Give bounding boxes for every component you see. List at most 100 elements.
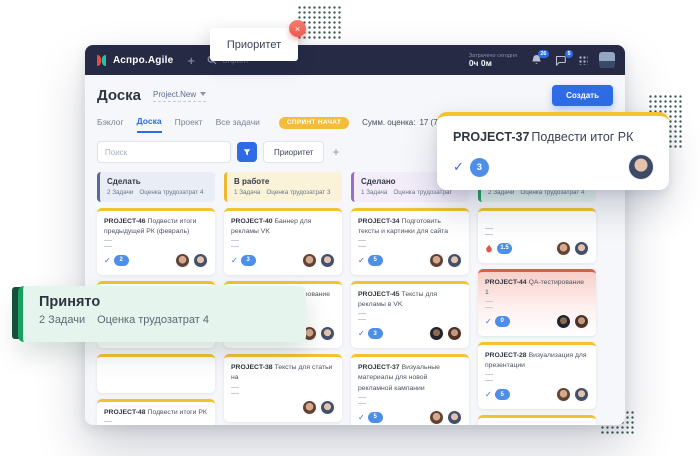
task-card[interactable]: PROJECT-46Подвести итоги предыдущей РК (… bbox=[97, 208, 215, 275]
create-button[interactable]: Создать bbox=[552, 85, 613, 106]
filter-button[interactable] bbox=[237, 142, 257, 162]
task-title: PROJECT-40Баннер для рекламы VK bbox=[231, 217, 335, 237]
assignee-avatar[interactable] bbox=[447, 410, 462, 425]
accepted-meta: 2 Задачи Оценка трудозатрат 4 bbox=[39, 314, 290, 326]
description-icon bbox=[485, 374, 493, 381]
priority-filter-chip[interactable]: Приоритет bbox=[263, 141, 324, 163]
task-title: PROJECT-19Тексты для рекламы VK bbox=[485, 424, 589, 425]
user-avatar[interactable] bbox=[599, 52, 615, 68]
description-icon bbox=[104, 421, 112, 425]
task-title: PROJECT-38Тексты для статьи на bbox=[231, 363, 335, 383]
add-filter-icon[interactable]: + bbox=[332, 145, 339, 159]
column-header[interactable]: В работе 1 Задача Оценка трудозатрат 3 bbox=[224, 172, 342, 202]
task-title: PROJECT-37Визуальные материалы для новой… bbox=[358, 363, 462, 394]
task-card[interactable]: PROJECT-45Тексты для рекламы в VK ✓ 3 bbox=[351, 281, 469, 348]
task-card[interactable]: PROJECT-28Визуализация для презентации ✓… bbox=[478, 342, 596, 409]
assignee-avatar[interactable] bbox=[429, 326, 444, 341]
logo-icon bbox=[95, 54, 108, 67]
brand-name: Аспро.Agile bbox=[113, 55, 173, 66]
assignee-avatar[interactable] bbox=[302, 400, 317, 415]
task-card[interactable]: PROJECT-40Баннер для рекламы VK ✓ 3 bbox=[224, 208, 342, 275]
score-badge: 3 bbox=[368, 328, 383, 339]
task-title: PROJECT-46Подвести итоги предыдущей РК (… bbox=[104, 217, 208, 237]
task-card[interactable]: PROJECT-44QA-тестирование 1 ✓ 0 bbox=[478, 269, 596, 336]
assignee-avatar[interactable] bbox=[556, 387, 571, 402]
task-card[interactable]: PROJECT-38Тексты для статьи на ✓ bbox=[224, 354, 342, 421]
page: Аспро.Agile + Спринт Затрачено сегодня 0… bbox=[0, 0, 700, 456]
zoomed-task-card[interactable]: PROJECT-37Подвести итог РК ✓ 3 bbox=[437, 112, 669, 190]
notifications-badge: 26 bbox=[538, 50, 549, 58]
description-icon bbox=[358, 240, 366, 247]
time-tracker[interactable]: Затрачено сегодня 0ч 0м bbox=[469, 53, 517, 68]
sprint-summary-label: Сумм. оценка: bbox=[362, 118, 415, 127]
description-icon bbox=[485, 301, 493, 308]
score-badge: 2 bbox=[114, 255, 129, 266]
score-badge: 5 bbox=[495, 389, 510, 400]
assignee-avatar[interactable] bbox=[447, 326, 462, 341]
column-header[interactable]: Сделать 2 Задачи Оценка трудозатрат 4 bbox=[97, 172, 215, 202]
accepted-column-overlay: Принято 2 Задачи Оценка трудозатрат 4 bbox=[18, 286, 306, 342]
column-accepted: Принято 2 Задачи Оценка трудозатрат 4 bbox=[478, 172, 596, 425]
tab-board[interactable]: Доска bbox=[137, 112, 162, 133]
close-icon[interactable]: × bbox=[289, 20, 306, 37]
check-icon: ✓ bbox=[485, 317, 492, 326]
assignee-avatar[interactable] bbox=[574, 387, 589, 402]
task-card[interactable]: PROJECT-37Визуальные материалы для новой… bbox=[351, 354, 469, 425]
task-card[interactable]: PROJECT-34Подготовить тексты и картинки … bbox=[351, 208, 469, 275]
assignee-avatar[interactable] bbox=[556, 314, 571, 329]
description-icon bbox=[358, 397, 366, 404]
board-selector[interactable]: Project.New bbox=[153, 90, 206, 102]
assignee-avatar[interactable] bbox=[429, 410, 444, 425]
assignee-avatar[interactable] bbox=[629, 155, 653, 179]
column-title: В работе bbox=[234, 177, 335, 186]
task-title: PROJECT-45Тексты для рекламы в VK bbox=[358, 290, 462, 310]
notifications-button[interactable]: 26 bbox=[530, 54, 543, 67]
assignee-avatar[interactable] bbox=[429, 253, 444, 268]
apps-grid-icon[interactable] bbox=[578, 55, 588, 65]
tab-backlog[interactable]: Бэклог bbox=[97, 113, 124, 132]
column-meta: 2 Задачи Оценка трудозатрат 4 bbox=[107, 189, 208, 196]
description-icon bbox=[104, 240, 112, 247]
assignee-avatar[interactable] bbox=[302, 253, 317, 268]
accepted-title: Принято bbox=[39, 294, 290, 310]
assignee-avatar[interactable] bbox=[320, 400, 335, 415]
description-icon bbox=[231, 240, 239, 247]
priority-tooltip-label: Приоритет bbox=[227, 39, 281, 51]
brand: Аспро.Agile bbox=[95, 54, 173, 67]
column-title: Сделать bbox=[107, 177, 208, 186]
top-navbar: Аспро.Agile + Спринт Затрачено сегодня 0… bbox=[85, 45, 625, 75]
sprint-status-badge: СПРИНТ НАЧАТ bbox=[279, 117, 349, 129]
check-icon: ✓ bbox=[358, 329, 365, 338]
description-icon bbox=[485, 228, 493, 235]
time-value: 0ч 0м bbox=[469, 59, 517, 68]
check-icon: ✓ bbox=[358, 256, 365, 265]
tab-all-tasks[interactable]: Все задачи bbox=[216, 113, 260, 132]
check-icon: ✓ bbox=[358, 413, 365, 422]
zoomed-task-title: PROJECT-37Подвести итог РК bbox=[453, 130, 653, 144]
tab-project[interactable]: Проект bbox=[175, 113, 203, 132]
priority-tooltip: Приоритет × bbox=[210, 28, 298, 61]
assignee-avatar[interactable] bbox=[556, 241, 571, 256]
task-card[interactable] bbox=[97, 354, 215, 393]
assignee-avatar[interactable] bbox=[320, 326, 335, 341]
assignee-avatar[interactable] bbox=[320, 253, 335, 268]
task-card[interactable]: 1.5 bbox=[478, 208, 596, 263]
column-meta: 1 Задача Оценка трудозатрат 3 bbox=[234, 189, 335, 196]
add-icon[interactable]: + bbox=[187, 53, 195, 68]
task-card[interactable]: PROJECT-48Подвести итоги РК ✓ 2 bbox=[97, 399, 215, 425]
task-card[interactable]: PROJECT-19Тексты для рекламы VK ✓ 5 bbox=[478, 415, 596, 425]
messages-button[interactable]: 5 bbox=[554, 54, 567, 67]
board-selector-value: Project.New bbox=[153, 90, 196, 99]
task-title: PROJECT-28Визуализация для презентации bbox=[485, 351, 589, 371]
search-input[interactable] bbox=[97, 141, 231, 163]
check-icon: ✓ bbox=[104, 256, 111, 265]
assignee-avatar[interactable] bbox=[574, 314, 589, 329]
check-icon: ✓ bbox=[485, 390, 492, 399]
navbar-right: Затрачено сегодня 0ч 0м 26 5 bbox=[469, 52, 615, 68]
assignee-avatar[interactable] bbox=[574, 241, 589, 256]
assignee-avatar[interactable] bbox=[175, 253, 190, 268]
score-badge: 1.5 bbox=[497, 243, 512, 254]
app-window: Аспро.Agile + Спринт Затрачено сегодня 0… bbox=[85, 45, 625, 425]
assignee-avatar[interactable] bbox=[447, 253, 462, 268]
assignee-avatar[interactable] bbox=[193, 253, 208, 268]
